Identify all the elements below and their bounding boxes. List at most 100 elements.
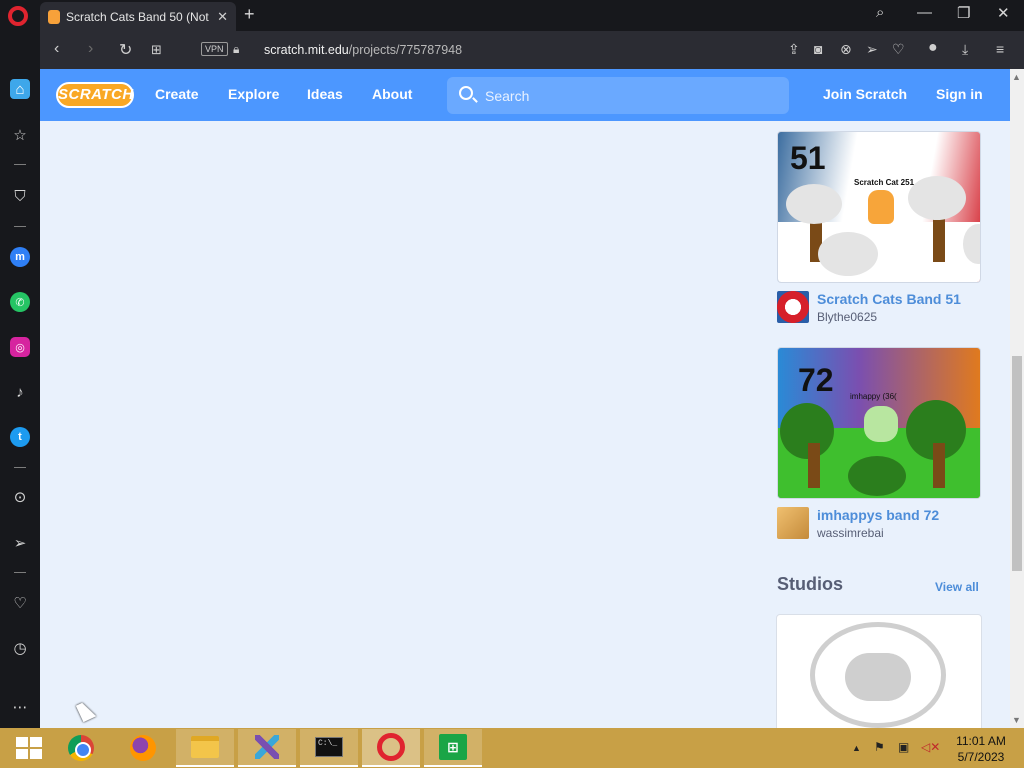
view-all-link[interactable]: View all: [935, 580, 979, 594]
nav-explore[interactable]: Explore: [228, 86, 279, 102]
volume-muted-icon[interactable]: ◁✕: [921, 740, 940, 754]
player-icon[interactable]: ⊙: [10, 487, 30, 507]
clock-date: 5/7/2023: [957, 750, 1005, 764]
character-sprite: [864, 406, 898, 442]
adblock-icon[interactable]: ⊗: [840, 41, 852, 58]
page-scrollbar[interactable]: ▲ ▼: [1010, 69, 1024, 728]
scroll-down-arrow-icon[interactable]: ▼: [1012, 715, 1021, 725]
search-tabs-icon[interactable]: ⌕: [876, 4, 884, 21]
whatsapp-icon[interactable]: ✆: [10, 292, 30, 312]
tree-bush: [780, 403, 834, 459]
tab-scratch[interactable]: Scratch Cats Band 50 (Not ✕: [40, 2, 236, 31]
sidebar-divider: [14, 572, 26, 573]
easy-setup-icon[interactable]: ≡: [996, 41, 1004, 57]
twitter-icon[interactable]: t: [10, 427, 30, 447]
heart-icon[interactable]: ♡: [10, 593, 30, 613]
new-tab-button[interactable]: +: [244, 4, 255, 25]
clock-time: 11:01 AM: [956, 734, 1006, 748]
send-flow-icon[interactable]: ➢: [10, 533, 30, 553]
opera-menu-icon[interactable]: [8, 6, 28, 26]
project-title[interactable]: imhappys band 72: [817, 507, 939, 523]
avatar[interactable]: [777, 291, 809, 323]
scroll-up-arrow-icon[interactable]: ▲: [1012, 72, 1021, 82]
taskbar-tools[interactable]: [238, 729, 296, 767]
minimize-button[interactable]: —: [917, 4, 932, 21]
sidebar-divider: [14, 164, 26, 165]
history-clock-icon[interactable]: ◷: [10, 638, 30, 658]
scroll-thumb[interactable]: [1012, 356, 1022, 571]
project-thumbnail[interactable]: 72 imhappy (36(: [777, 347, 981, 499]
studios-heading: Studios: [777, 574, 843, 594]
tree-trunk: [933, 443, 945, 488]
flag-icon[interactable]: ⚑: [874, 740, 885, 754]
back-button[interactable]: ‹: [54, 40, 59, 58]
studio-card[interactable]: [776, 614, 982, 728]
reload-button[interactable]: ↻: [119, 40, 132, 60]
tiktok-icon[interactable]: ♪: [10, 382, 30, 402]
scratch-favicon-icon: [48, 9, 60, 24]
sidebar-divider: [14, 226, 26, 227]
taskbar-command-prompt[interactable]: C:\_: [300, 729, 358, 767]
thumb-caption: imhappy (36(: [850, 392, 897, 401]
taskbar-store[interactable]: ⊞: [424, 729, 482, 767]
snapshot-icon[interactable]: ◙: [814, 41, 822, 57]
home-icon[interactable]: ⌂: [10, 79, 30, 99]
system-clock[interactable]: 11:01 AM 5/7/2023: [952, 733, 1010, 765]
tab-title: Scratch Cats Band 50 (Not: [66, 9, 209, 24]
url-path: /projects/775787948: [348, 43, 463, 57]
snow-tree: [786, 184, 842, 224]
scratch-navbar: SCRATCH Create Explore Ideas About Join …: [40, 69, 1010, 121]
nav-create[interactable]: Create: [155, 86, 199, 102]
project-title[interactable]: Scratch Cats Band 51: [817, 291, 961, 307]
taskbar-chrome[interactable]: [52, 729, 110, 767]
opera-icon: [377, 733, 405, 761]
project-author[interactable]: wassimrebai: [817, 526, 884, 540]
network-icon[interactable]: ▣: [898, 740, 909, 754]
url-domain: scratch.mit.edu: [264, 43, 349, 57]
join-scratch-link[interactable]: Join Scratch: [823, 86, 907, 102]
restore-button[interactable]: ❐: [957, 4, 970, 22]
search-box[interactable]: [447, 77, 789, 114]
tree-bush: [848, 456, 906, 496]
more-options-icon[interactable]: ⋯: [10, 697, 30, 717]
star-icon[interactable]: ☆: [10, 125, 30, 145]
windows-logo-icon: [16, 737, 42, 759]
thumb-caption: Scratch Cat 251: [854, 178, 915, 187]
taskbar-opera[interactable]: [362, 729, 420, 767]
tools-icon: [255, 735, 279, 759]
lock-icon[interactable]: 🔒︎: [233, 42, 239, 57]
sign-in-link[interactable]: Sign in: [936, 86, 983, 102]
tab-close-icon[interactable]: ✕: [217, 9, 228, 25]
close-window-button[interactable]: ✕: [997, 4, 1010, 22]
avatar[interactable]: [777, 507, 809, 539]
shopping-bag-icon[interactable]: ⛉: [10, 186, 30, 206]
scratch-logo[interactable]: SCRATCH: [56, 82, 134, 108]
vpn-badge[interactable]: VPN: [201, 42, 228, 56]
downloads-icon[interactable]: ⤓: [962, 41, 968, 58]
firefox-icon: [130, 735, 156, 761]
cat-silhouette-icon: [845, 653, 911, 701]
nav-ideas[interactable]: Ideas: [307, 86, 343, 102]
show-hidden-icons[interactable]: ▲: [852, 743, 861, 753]
bookmark-heart-icon[interactable]: ♡: [892, 41, 905, 58]
send-icon[interactable]: ➢: [866, 41, 878, 58]
nav-about[interactable]: About: [372, 86, 412, 102]
studio-placeholder-icon: [810, 622, 946, 728]
tabs-grid-icon[interactable]: ⊞: [151, 42, 162, 58]
address-bar: ‹ › ↻ ⊞ VPN 🔒︎ scratch.mit.edu/projects/…: [40, 31, 1024, 69]
profile-icon[interactable]: ●: [928, 39, 938, 57]
taskbar-file-explorer[interactable]: [176, 729, 234, 767]
project-thumbnail[interactable]: 51 Scratch Cat 251: [777, 131, 981, 283]
instagram-icon[interactable]: ◎: [10, 337, 30, 357]
snow-tree: [908, 176, 966, 220]
taskbar-firefox[interactable]: [114, 729, 172, 767]
cmd-icon: C:\_: [315, 737, 343, 757]
share-icon[interactable]: ⇪: [788, 41, 800, 58]
messenger-icon[interactable]: m: [10, 247, 30, 267]
url-field[interactable]: scratch.mit.edu/projects/775787948: [264, 43, 462, 57]
search-input[interactable]: [485, 86, 775, 106]
windows-taskbar: C:\_ ⊞ ▲ ⚑ ▣ ◁✕ 11:01 AM 5/7/2023: [0, 728, 1024, 768]
project-author[interactable]: Blythe0625: [817, 310, 877, 324]
forward-button[interactable]: ›: [88, 40, 93, 58]
start-button[interactable]: [0, 729, 58, 767]
